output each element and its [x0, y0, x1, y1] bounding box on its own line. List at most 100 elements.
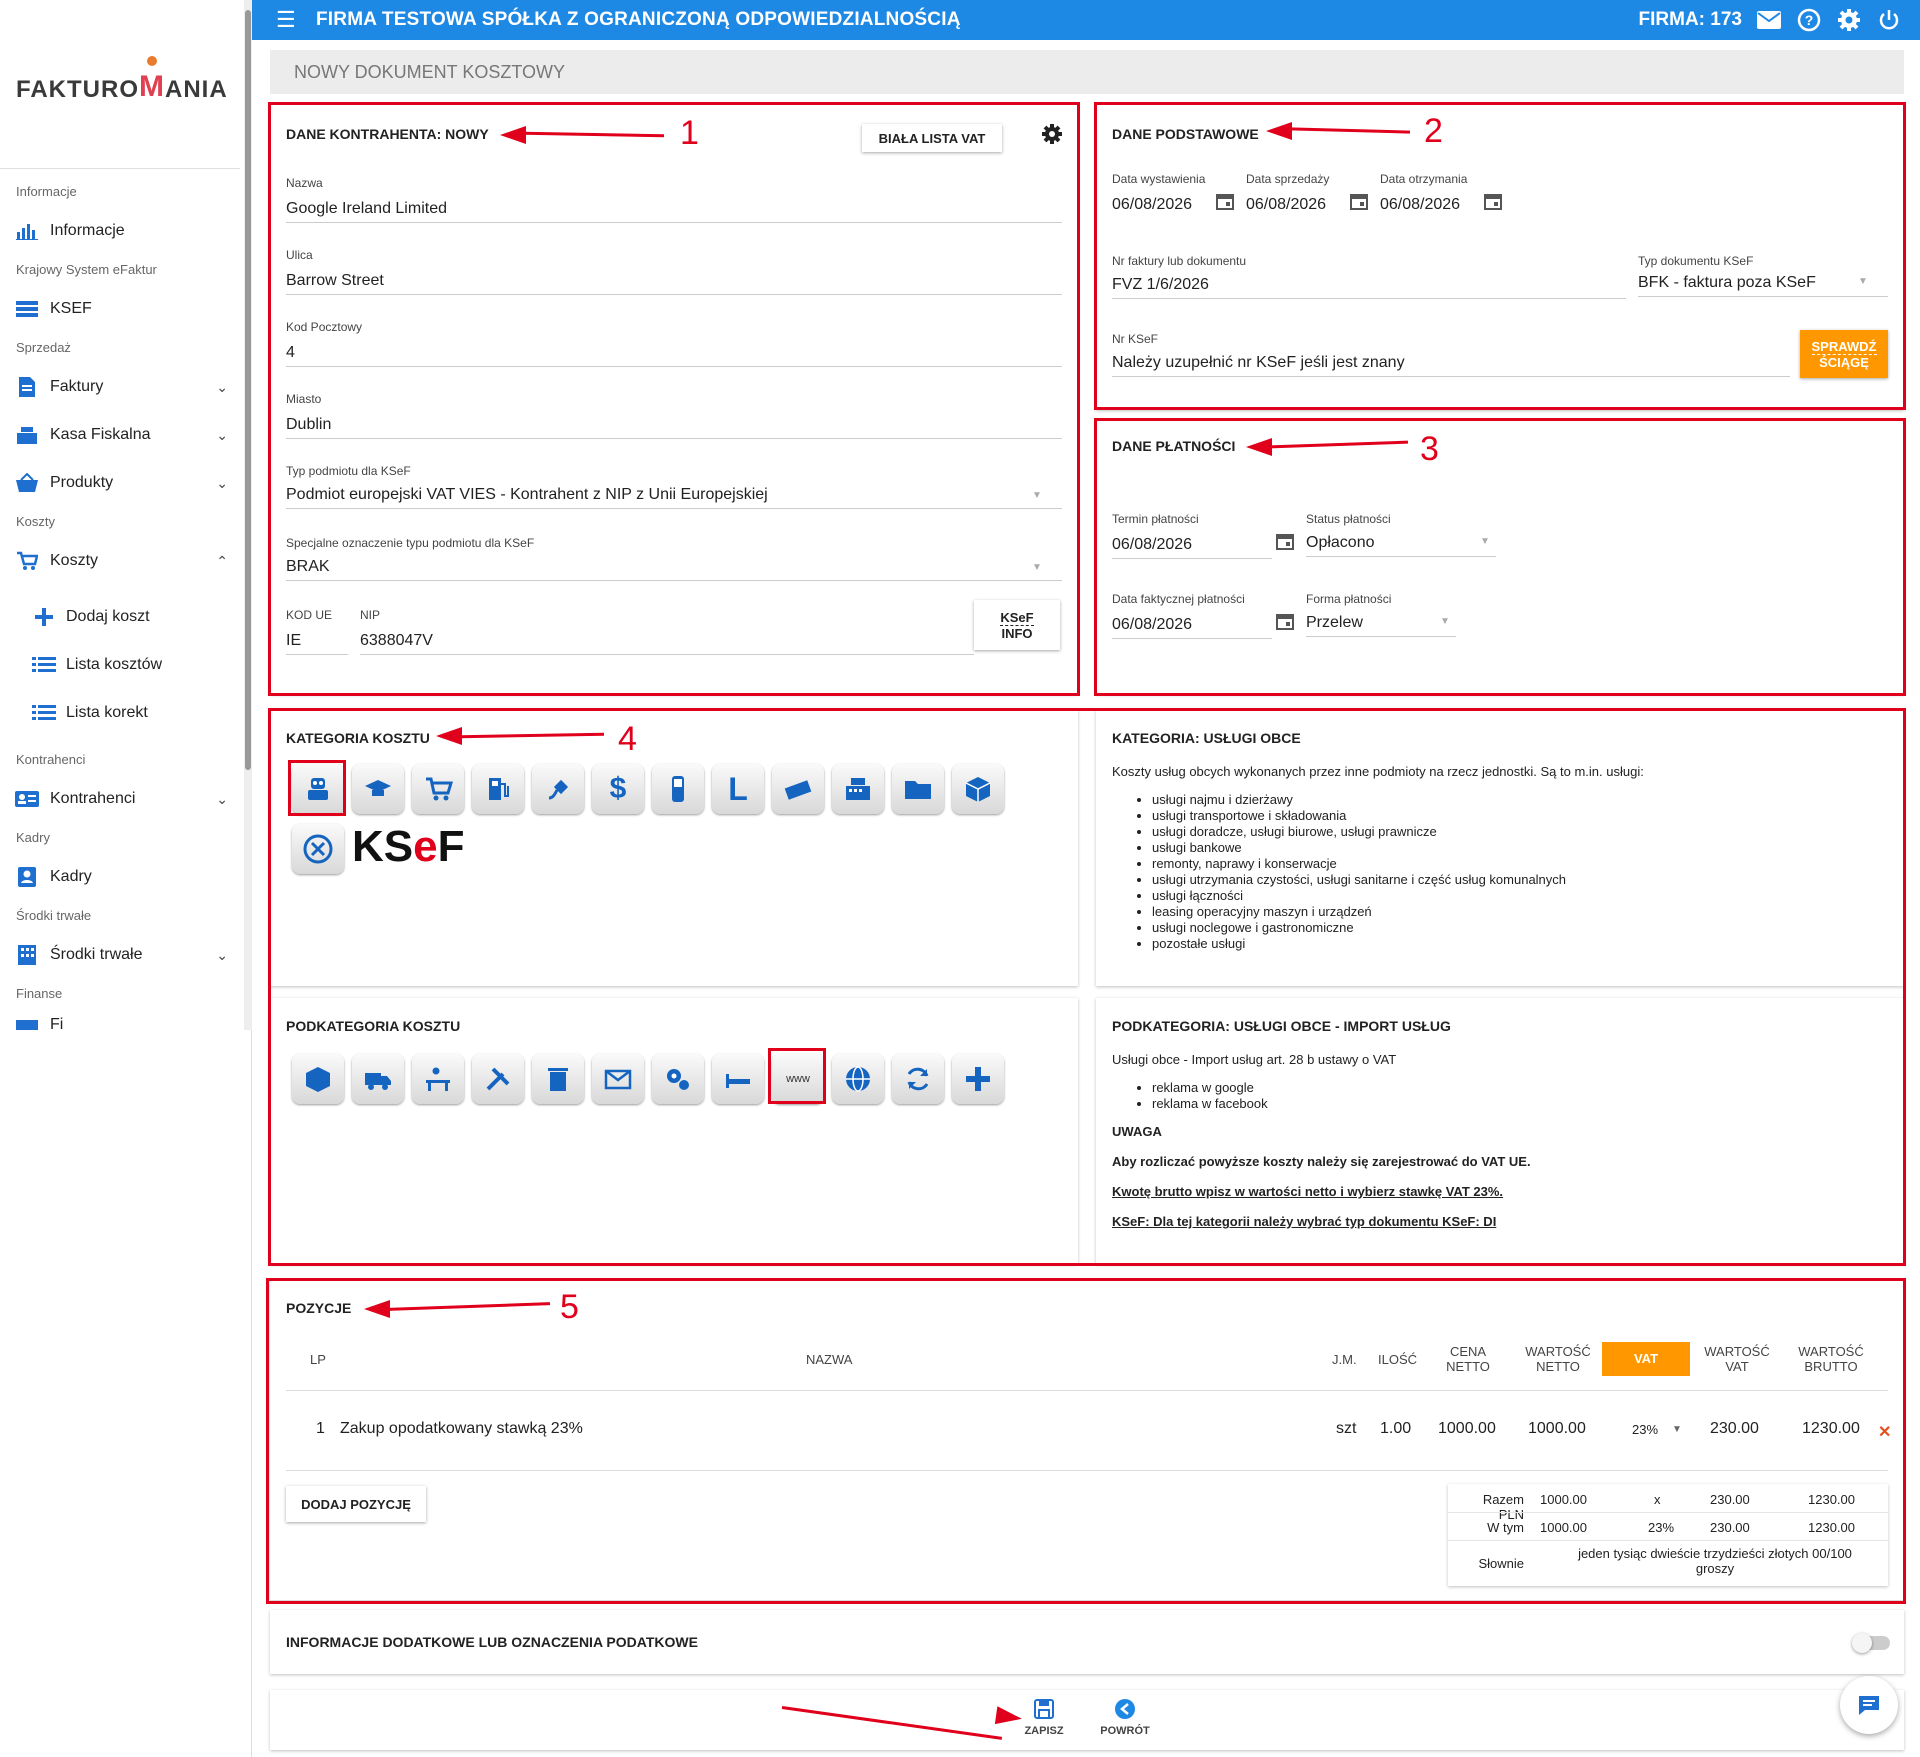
- sidebar-item-lista-kosztow[interactable]: Lista kosztów: [32, 650, 232, 680]
- mail-icon[interactable]: [1756, 7, 1782, 33]
- row-jm[interactable]: szt: [1336, 1420, 1356, 1438]
- ksef-info-button[interactable]: KSeF INFO: [974, 600, 1060, 650]
- kod-ue-field[interactable]: IE: [286, 632, 301, 650]
- leasing-l-icon[interactable]: L: [712, 764, 764, 814]
- sidebar-item-faktury[interactable]: Faktury ⌄: [14, 372, 228, 402]
- sidebar-item-koszty[interactable]: Koszty ⌃: [14, 546, 228, 576]
- desk-person-icon[interactable]: [412, 1054, 464, 1104]
- sidebar-item-kasa[interactable]: Kasa Fiskalna ⌄: [14, 420, 228, 450]
- sidebar-item-lista-korekt[interactable]: Lista korekt: [32, 698, 232, 728]
- data-sprz-field[interactable]: 06/08/2026: [1246, 196, 1326, 214]
- dropdown-arrow-icon[interactable]: ▼: [1858, 276, 1868, 287]
- status-select[interactable]: Opłacono: [1306, 534, 1375, 552]
- plus-icon[interactable]: [952, 1054, 1004, 1104]
- close-circle-icon[interactable]: [292, 824, 344, 874]
- info-toggle[interactable]: [1852, 1633, 1890, 1653]
- nr-ksef-field[interactable]: Należy uzupełnić nr KSeF jeśli jest znan…: [1112, 354, 1405, 372]
- row-nazwa[interactable]: Zakup opodatkowany stawką 23%: [340, 1420, 583, 1438]
- gears-icon[interactable]: [652, 1054, 704, 1104]
- services-robot-icon[interactable]: [292, 764, 344, 814]
- settings-gear-icon[interactable]: [1040, 122, 1064, 151]
- row-netto[interactable]: 1000.00: [1528, 1420, 1586, 1438]
- help-icon[interactable]: ?: [1796, 7, 1822, 33]
- dropdown-arrow-icon[interactable]: ▼: [1672, 1424, 1682, 1435]
- calculator-icon[interactable]: [772, 764, 824, 814]
- sidebar-item-finanse[interactable]: Fi: [14, 1016, 228, 1030]
- chevron-up-icon[interactable]: ⌃: [216, 553, 228, 570]
- data-wyst-field[interactable]: 06/08/2026: [1112, 196, 1192, 214]
- trash-icon[interactable]: [532, 1054, 584, 1104]
- dropdown-arrow-icon[interactable]: ▼: [1032, 562, 1042, 573]
- envelope-icon[interactable]: [592, 1054, 644, 1104]
- delete-row-icon[interactable]: ✕: [1878, 1422, 1891, 1442]
- shopping-cart-icon[interactable]: [412, 764, 464, 814]
- header-divider: [286, 1390, 1888, 1391]
- sidebar-item-kadry[interactable]: Kadry: [14, 862, 228, 892]
- warehouse-icon[interactable]: [292, 1054, 344, 1104]
- sidebar-scrollbar-thumb[interactable]: [245, 10, 251, 770]
- chevron-down-icon[interactable]: ⌄: [216, 379, 228, 396]
- calendar-icon[interactable]: [1276, 612, 1294, 630]
- www-icon[interactable]: www: [772, 1054, 824, 1104]
- nr-faktury-field[interactable]: FVZ 1/6/2026: [1112, 276, 1209, 294]
- biala-lista-vat-button[interactable]: BIAŁA LISTA VAT: [862, 124, 1002, 152]
- chevron-down-icon[interactable]: ⌄: [216, 791, 228, 808]
- power-icon[interactable]: [1876, 7, 1902, 33]
- sidebar-item-produkty[interactable]: Produkty ⌄: [14, 468, 228, 498]
- refresh-icon[interactable]: [892, 1054, 944, 1104]
- calendar-icon[interactable]: [1276, 532, 1294, 550]
- settings-gear-icon[interactable]: [1836, 7, 1862, 33]
- folder-icon[interactable]: [892, 764, 944, 814]
- row-vat-select[interactable]: 23%: [1632, 1422, 1658, 1437]
- forma-select[interactable]: Przelew: [1306, 614, 1363, 632]
- chevron-down-icon[interactable]: ⌄: [216, 475, 228, 492]
- ksef-logo[interactable]: KSeF: [352, 822, 465, 872]
- chat-fab[interactable]: [1840, 1676, 1898, 1734]
- cash-register-icon[interactable]: [832, 764, 884, 814]
- calendar-icon[interactable]: [1216, 192, 1234, 210]
- zapisz-button[interactable]: ZAPISZ: [1022, 1698, 1066, 1737]
- app-logo[interactable]: FAKTURO M ANIA: [16, 56, 228, 104]
- row-cena[interactable]: 1000.00: [1438, 1420, 1496, 1438]
- typ-dok-select[interactable]: BFK - faktura poza KSeF: [1638, 274, 1816, 292]
- sprawdz-sciagnij-button[interactable]: SPRAWDŹ ŚCIĄGĘ: [1800, 330, 1888, 378]
- sidebar-item-dodaj-koszt[interactable]: Dodaj koszt: [32, 602, 232, 632]
- bed-icon[interactable]: [712, 1054, 764, 1104]
- miasto-field[interactable]: Dublin: [286, 416, 331, 434]
- dropdown-arrow-icon[interactable]: ▼: [1480, 536, 1490, 547]
- sidebar-item-ksef[interactable]: KSEF: [14, 294, 228, 324]
- calendar-icon[interactable]: [1484, 192, 1502, 210]
- globe-icon[interactable]: [832, 1054, 884, 1104]
- education-cap-icon[interactable]: [352, 764, 404, 814]
- data-otrz-field[interactable]: 06/08/2026: [1380, 196, 1460, 214]
- termin-field[interactable]: 06/08/2026: [1112, 536, 1192, 554]
- box-icon[interactable]: [952, 764, 1004, 814]
- kod-field[interactable]: 4: [286, 344, 295, 362]
- dollar-icon[interactable]: $: [592, 764, 644, 814]
- nazwa-field[interactable]: Google Ireland Limited: [286, 200, 447, 218]
- plug-icon[interactable]: [532, 764, 584, 814]
- annotation-arrow-3: [1246, 438, 1272, 456]
- chevron-down-icon[interactable]: ⌄: [216, 427, 228, 444]
- row-ilosc[interactable]: 1.00: [1380, 1420, 1411, 1438]
- ulica-field[interactable]: Barrow Street: [286, 272, 384, 290]
- dropdown-arrow-icon[interactable]: ▼: [1032, 490, 1042, 501]
- tools-icon[interactable]: [472, 1054, 524, 1104]
- chevron-down-icon[interactable]: ⌄: [216, 947, 228, 964]
- sidebar-item-kontrahenci[interactable]: Kontrahenci ⌄: [14, 784, 228, 814]
- truck-icon[interactable]: [352, 1054, 404, 1104]
- data-fakt-field[interactable]: 06/08/2026: [1112, 616, 1192, 634]
- sidebar-item-informacje[interactable]: Informacje: [14, 216, 228, 246]
- dodaj-pozycje-button[interactable]: DODAJ POZYCJĘ: [286, 1486, 426, 1522]
- powrot-button[interactable]: POWRÓT: [1098, 1698, 1152, 1737]
- fuel-pump-icon[interactable]: [472, 764, 524, 814]
- phone-icon[interactable]: [652, 764, 704, 814]
- dropdown-arrow-icon[interactable]: ▼: [1440, 616, 1450, 627]
- spec-select[interactable]: BRAK: [286, 558, 330, 576]
- calendar-icon[interactable]: [1350, 192, 1368, 210]
- typ-podmiotu-select[interactable]: Podmiot europejski VAT VIES - Kontrahent…: [286, 486, 768, 504]
- hamburger-menu-icon[interactable]: ☰: [276, 7, 306, 33]
- nip-field[interactable]: 6388047V: [360, 632, 433, 650]
- sidebar-item-srodki[interactable]: Środki trwałe ⌄: [14, 940, 228, 970]
- col-vat[interactable]: VAT: [1602, 1342, 1690, 1376]
